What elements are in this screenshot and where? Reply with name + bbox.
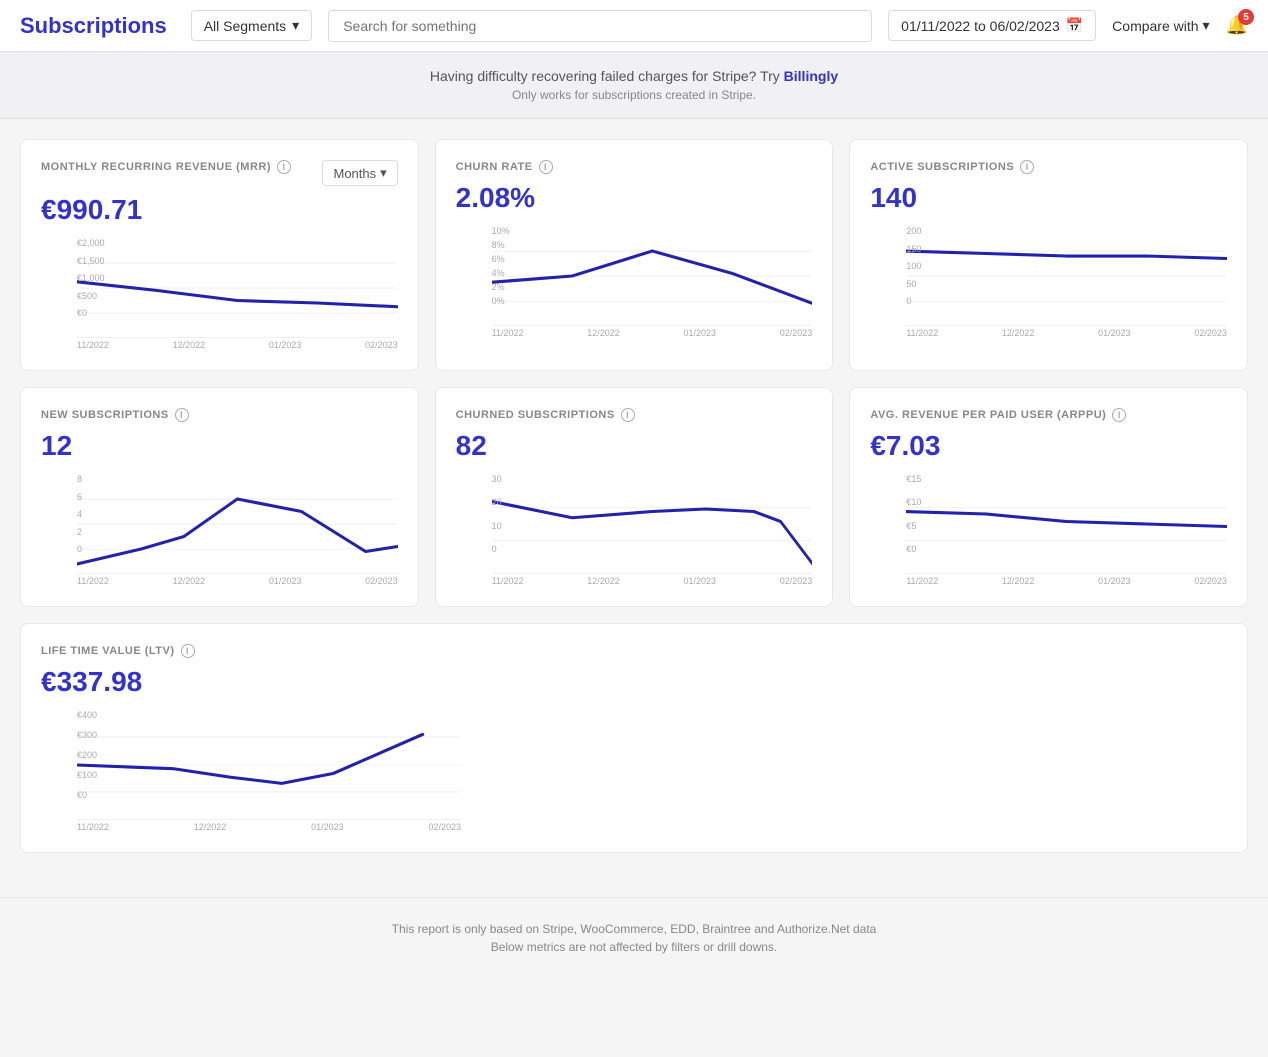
chevron-down-icon: ▾ bbox=[292, 17, 299, 34]
mrr-chart: €2,000€1,500€1,000€500€0 bbox=[77, 238, 398, 338]
active-label: ACTIVE SUBSCRIPTIONS i bbox=[870, 160, 1034, 174]
header: Subscriptions All Segments ▾ 01/11/2022 … bbox=[0, 0, 1268, 52]
churn-card: CHURN RATE i 2.08% 10%8%6%4%2%0% bbox=[435, 139, 834, 371]
metrics-row-2: NEW SUBSCRIPTIONS i 12 86420 bbox=[20, 387, 1248, 607]
date-range-picker[interactable]: 01/11/2022 to 06/02/2023 📅 bbox=[888, 10, 1096, 41]
mrr-info-icon[interactable]: i bbox=[277, 160, 291, 174]
footer: This report is only based on Stripe, Woo… bbox=[0, 897, 1268, 982]
compare-button[interactable]: Compare with ▾ bbox=[1112, 17, 1209, 34]
segment-dropdown[interactable]: All Segments ▾ bbox=[191, 10, 313, 41]
arppu-x-labels: 11/202212/202201/202302/2023 bbox=[906, 574, 1227, 586]
ltv-chart: €400€300€200€100€0 bbox=[77, 710, 461, 820]
arppu-label: AVG. REVENUE PER PAID USER (ARPPU) i bbox=[870, 408, 1126, 422]
ltv-x-labels: 11/202212/202201/202302/2023 bbox=[77, 820, 461, 832]
arppu-chart: €15€10€5€0 bbox=[906, 474, 1227, 574]
notifications-button[interactable]: 🔔 5 bbox=[1226, 15, 1248, 36]
churn-value: 2.08% bbox=[456, 182, 813, 214]
chevron-down-icon: ▾ bbox=[1203, 17, 1210, 34]
ltv-value: €337.98 bbox=[41, 666, 1227, 698]
months-selector[interactable]: Months ▾ bbox=[322, 160, 397, 186]
active-chart: 200150100500 bbox=[906, 226, 1227, 326]
churn-x-labels: 11/202212/202201/202302/2023 bbox=[492, 326, 813, 338]
ltv-info-icon[interactable]: i bbox=[181, 644, 195, 658]
arppu-info-icon[interactable]: i bbox=[1112, 408, 1126, 422]
churned-value: 82 bbox=[456, 430, 813, 462]
churned-chart: 3020100 bbox=[492, 474, 813, 574]
active-value: 140 bbox=[870, 182, 1227, 214]
mrr-x-labels: 11/202212/202201/202302/2023 bbox=[77, 338, 398, 350]
new-subs-value: 12 bbox=[41, 430, 398, 462]
main-content: MONTHLY RECURRING REVENUE (MRR) i Months… bbox=[0, 119, 1268, 889]
active-subs-card: ACTIVE SUBSCRIPTIONS i 140 200150100500 bbox=[849, 139, 1248, 371]
new-subs-card: NEW SUBSCRIPTIONS i 12 86420 bbox=[20, 387, 419, 607]
metrics-row-1: MONTHLY RECURRING REVENUE (MRR) i Months… bbox=[20, 139, 1248, 371]
new-subs-x-labels: 11/202212/202201/202302/2023 bbox=[77, 574, 398, 586]
metrics-row-3: LIFE TIME VALUE (LTV) i €337.98 €400€300… bbox=[20, 623, 1248, 853]
search-input[interactable] bbox=[328, 10, 872, 42]
churned-subs-card: CHURNED SUBSCRIPTIONS i 82 3020100 bbox=[435, 387, 834, 607]
promo-banner: Having difficulty recovering failed char… bbox=[0, 52, 1268, 119]
churn-info-icon[interactable]: i bbox=[539, 160, 553, 174]
arppu-card: AVG. REVENUE PER PAID USER (ARPPU) i €7.… bbox=[849, 387, 1248, 607]
arppu-value: €7.03 bbox=[870, 430, 1227, 462]
churn-label: CHURN RATE i bbox=[456, 160, 553, 174]
notification-badge: 5 bbox=[1238, 9, 1254, 25]
page-title: Subscriptions bbox=[20, 13, 167, 39]
segment-label: All Segments bbox=[204, 18, 286, 34]
new-subs-chart: 86420 bbox=[77, 474, 398, 574]
new-subs-label: NEW SUBSCRIPTIONS i bbox=[41, 408, 189, 422]
mrr-card: MONTHLY RECURRING REVENUE (MRR) i Months… bbox=[20, 139, 419, 371]
mrr-value: €990.71 bbox=[41, 194, 398, 226]
calendar-icon: 📅 bbox=[1066, 17, 1083, 34]
banner-subtext: Only works for subscriptions created in … bbox=[16, 88, 1252, 102]
compare-label: Compare with bbox=[1112, 18, 1198, 34]
new-subs-info-icon[interactable]: i bbox=[175, 408, 189, 422]
churn-chart: 10%8%6%4%2%0% bbox=[492, 226, 813, 326]
active-x-labels: 11/202212/202201/202302/2023 bbox=[906, 326, 1227, 338]
footer-line1: This report is only based on Stripe, Woo… bbox=[24, 922, 1244, 936]
active-info-icon[interactable]: i bbox=[1020, 160, 1034, 174]
ltv-card: LIFE TIME VALUE (LTV) i €337.98 €400€300… bbox=[20, 623, 1248, 853]
footer-line2: Below metrics are not affected by filter… bbox=[24, 940, 1244, 954]
ltv-label: LIFE TIME VALUE (LTV) i bbox=[41, 644, 195, 658]
churned-info-icon[interactable]: i bbox=[621, 408, 635, 422]
date-range-text: 01/11/2022 to 06/02/2023 bbox=[901, 18, 1060, 34]
churned-x-labels: 11/202212/202201/202302/2023 bbox=[492, 574, 813, 586]
banner-link[interactable]: Billingly bbox=[784, 68, 838, 84]
mrr-label: MONTHLY RECURRING REVENUE (MRR) i bbox=[41, 160, 291, 174]
banner-text: Having difficulty recovering failed char… bbox=[430, 68, 784, 84]
churned-label: CHURNED SUBSCRIPTIONS i bbox=[456, 408, 635, 422]
chevron-down-icon: ▾ bbox=[380, 165, 387, 181]
